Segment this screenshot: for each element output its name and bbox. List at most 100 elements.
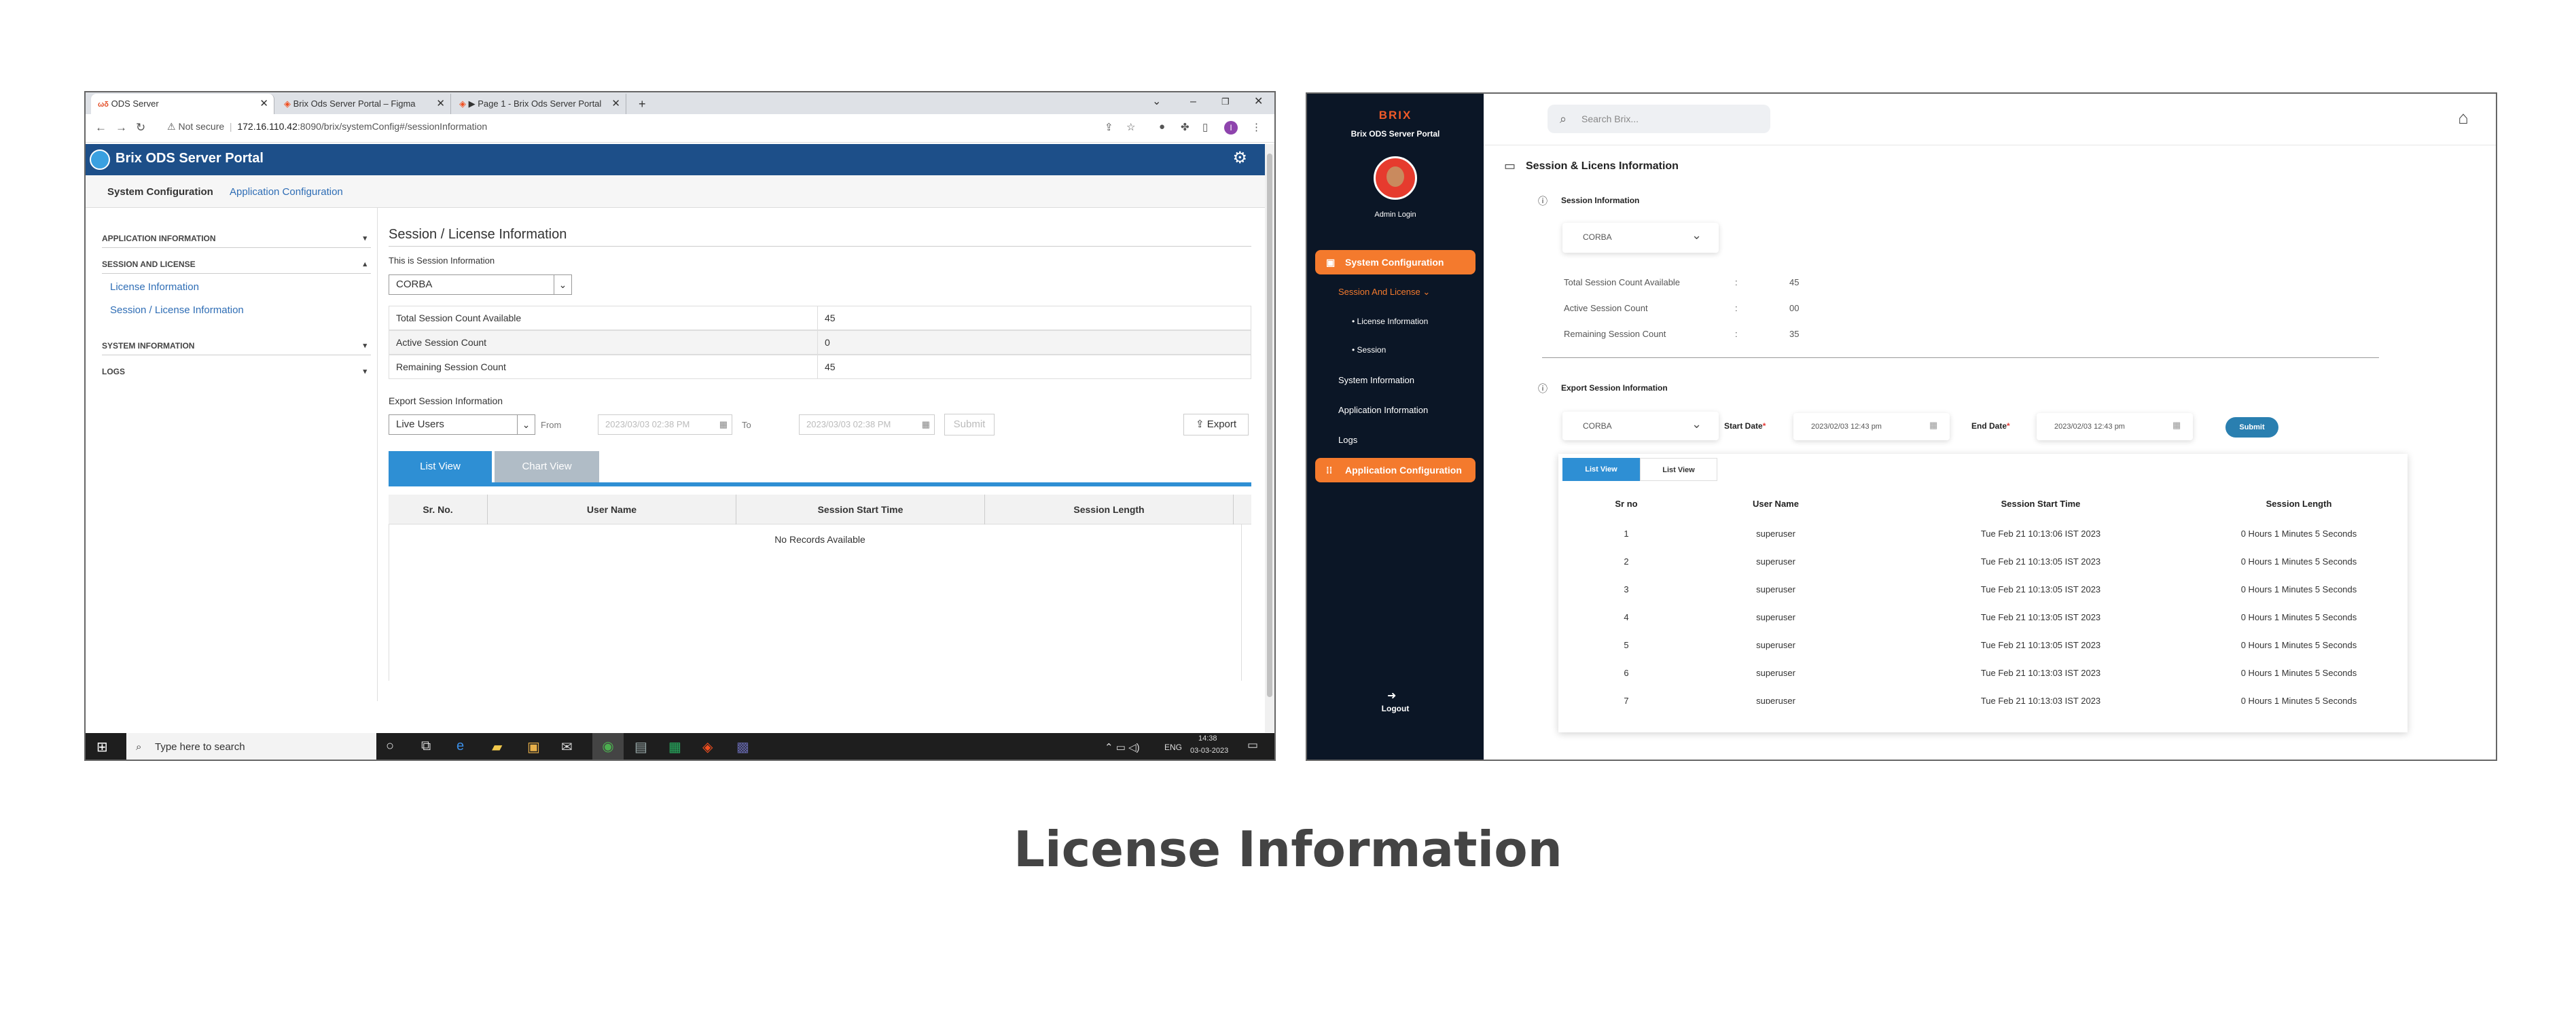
sidebar-item-license-information[interactable]: License Information (110, 281, 199, 293)
export-select[interactable]: Live Users ⌄ (389, 414, 535, 435)
browser-tab-figma[interactable]: ◈ Brix Ods Server Portal – Figma ✕ (277, 94, 451, 114)
avatar[interactable] (1374, 156, 1417, 200)
submit-button[interactable]: Submit (2225, 417, 2278, 438)
label-text: Start Date (1724, 421, 1763, 431)
notification-icon[interactable]: ▭ (1247, 738, 1258, 752)
end-date-label: End Date* (1971, 421, 2010, 431)
scrollbar-thumb[interactable] (1267, 154, 1272, 697)
portal-header: Brix ODS Server Portal ⚙ (86, 144, 1265, 175)
nav-application-information[interactable]: Application Information (1338, 405, 1428, 415)
close-tab-icon[interactable]: ✕ (611, 94, 620, 114)
table-row[interactable]: 7 superuser Tue Feb 21 10:13:03 IST 2023 0 … (1558, 454, 2408, 704)
title-divider (389, 246, 1251, 247)
windows-start-icon[interactable]: ⊞ (96, 738, 108, 755)
restore-icon[interactable]: ❐ (1221, 92, 1230, 111)
share-icon[interactable]: ⇪ (1105, 121, 1113, 133)
puzzle-icon[interactable]: ✤ (1181, 121, 1189, 133)
chevron-down-icon: ⌄ (1692, 228, 1702, 242)
file-explorer-icon[interactable]: ▰ (492, 738, 502, 755)
reload-icon[interactable]: ↻ (136, 121, 145, 135)
user-label: Admin Login (1374, 211, 1416, 219)
nav-application-configuration[interactable]: ⁞⁞ Application Configuration (1315, 458, 1475, 482)
sidebar-section-system-information[interactable]: SYSTEM INFORMATION ▾ (102, 341, 371, 355)
nav-system-information[interactable]: System Information (1338, 375, 1414, 385)
chrome-icon[interactable]: ◉ (592, 733, 624, 760)
excel-icon[interactable]: ▦ (668, 738, 681, 755)
close-tab-icon[interactable]: ✕ (260, 94, 268, 114)
section-divider (1542, 357, 2379, 358)
nav-logs[interactable]: Logs (1338, 435, 1357, 445)
teams-icon[interactable]: ▩ (736, 738, 749, 755)
profile-avatar[interactable]: I (1224, 121, 1238, 135)
stat-value: 00 (1789, 303, 1800, 313)
logout-icon[interactable]: ➜ (1387, 689, 1396, 702)
close-tab-icon[interactable]: ✕ (436, 94, 445, 114)
section-label: SYSTEM INFORMATION (102, 341, 195, 351)
config-tabs: System Configuration Application Configu… (86, 175, 1265, 208)
sidebar-section-session-and-license[interactable]: SESSION AND LICENSE ▴ (102, 260, 371, 274)
tab-label: ▶ Page 1 - Brix Ods Server Portal (468, 99, 602, 109)
language-indicator[interactable]: ENG (1164, 743, 1182, 752)
tab-application-configuration[interactable]: Application Configuration (230, 186, 343, 198)
task-view-icon[interactable]: ⧉ (421, 738, 431, 754)
app-icon[interactable]: ▤ (634, 738, 647, 755)
figma-favicon-icon: ◈ (459, 99, 466, 109)
gear-icon[interactable]: ⚙ (1232, 148, 1247, 168)
sidebar-item-session-license-information[interactable]: Session / License Information (110, 304, 244, 316)
taskbar-search[interactable]: ⌕ Type here to search (126, 733, 376, 760)
edge-icon[interactable]: e (457, 738, 464, 754)
figma-icon[interactable]: ◈ (702, 738, 713, 755)
sidebar-section-logs[interactable]: LOGS ▾ (102, 367, 371, 380)
new-tab-button[interactable]: + (632, 94, 652, 114)
kebab-menu-icon[interactable]: ⋮ (1251, 121, 1262, 133)
column-header: Sr. No. (389, 495, 488, 524)
sidebar-icon[interactable]: ▯ (1202, 121, 1208, 133)
tab-list-view[interactable]: List View (389, 451, 492, 482)
export-select[interactable]: CORBA ⌄ (1562, 412, 1719, 440)
row-value: 45 (817, 306, 836, 330)
stat-separator: : (1735, 329, 1738, 339)
browser-tab-figma-page[interactable]: ◈ ▶ Page 1 - Brix Ods Server Portal ✕ (452, 94, 626, 114)
from-date-input[interactable]: 2023/03/03 02:38 PM ▦ (598, 414, 732, 435)
to-date-input[interactable]: 2023/03/03 02:38 PM ▦ (799, 414, 935, 435)
cell-sr-no: 7 (1624, 696, 1629, 704)
search-placeholder: Search Brix... (1581, 113, 1639, 124)
nav-license-information[interactable]: • License Information (1352, 317, 1428, 326)
url-field[interactable]: ⚠ Not secure | 172.16.110.42:8090/brix/s… (167, 121, 487, 132)
forward-icon[interactable]: → (115, 121, 127, 135)
window-close-icon[interactable]: ✕ (1254, 92, 1263, 111)
tray-icons[interactable]: ⌃ ▭ ◁) (1105, 741, 1140, 753)
protocol-select[interactable]: CORBA ⌄ (389, 274, 572, 295)
submit-button[interactable]: Submit (944, 414, 995, 435)
export-heading: Export Session Information (389, 395, 503, 406)
extension-icon[interactable]: ● (1159, 121, 1165, 132)
tab-underline (389, 482, 1251, 486)
export-button[interactable]: ⇪ Export (1183, 414, 1249, 435)
home-icon[interactable]: ⌂ (2458, 107, 2469, 128)
bookmark-star-icon[interactable]: ☆ (1126, 121, 1135, 133)
cortana-icon[interactable]: ○ (386, 738, 394, 754)
figma-favicon-icon: ◈ (284, 99, 291, 109)
start-date-input[interactable]: 2023/02/03 12:43 pm ▦ (1793, 413, 1950, 440)
back-icon[interactable]: ← (95, 121, 107, 135)
nav-system-configuration[interactable]: ▣ System Configuration (1315, 250, 1475, 274)
store-icon[interactable]: ▣ (527, 738, 540, 755)
search-input[interactable]: ⌕ Search Brix... (1548, 105, 1770, 133)
required-mark: * (1762, 421, 1766, 431)
windows-taskbar: ⊞ ⌕ Type here to search ○ ⧉ e ▰ ▣ ✉ ◉ ▤ ▦… (86, 733, 1274, 760)
nav-session-and-license[interactable]: Session And License ⌄ (1338, 287, 1430, 298)
mail-icon[interactable]: ✉ (561, 738, 573, 755)
export-heading: Export Session Information (1561, 383, 1668, 393)
nav-session[interactable]: • Session (1352, 345, 1386, 355)
tab-chart-view[interactable]: Chart View (495, 451, 599, 482)
logout-button[interactable]: Logout (1307, 704, 1484, 713)
browser-tab-ods-server[interactable]: ωδ ODS Server ✕ (91, 94, 274, 114)
tab-search-icon[interactable]: ⌄ (1152, 92, 1161, 111)
end-date-input[interactable]: 2023/02/03 12:43 pm ▦ (2037, 413, 2193, 440)
tab-system-configuration[interactable]: System Configuration (107, 186, 213, 198)
calendar-icon: ▦ (1929, 420, 1938, 430)
protocol-select[interactable]: CORBA ⌄ (1562, 223, 1719, 253)
minimize-icon[interactable]: – (1190, 92, 1196, 111)
sidebar-section-application-information[interactable]: APPLICATION INFORMATION ▾ (102, 234, 371, 248)
scrollbar[interactable] (1265, 144, 1274, 732)
